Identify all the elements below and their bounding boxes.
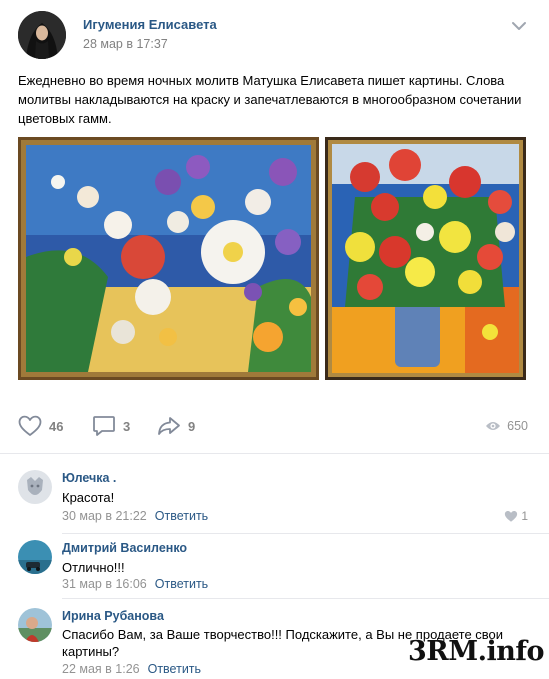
author-name[interactable]: Игумения Елисавета xyxy=(83,17,217,32)
reply-link[interactable]: Ответить xyxy=(148,662,201,676)
comment-meta: 30 мар в 21:22 Ответить xyxy=(62,509,208,523)
share-icon xyxy=(158,417,180,435)
views-counter: 650 xyxy=(485,413,528,439)
comment-date[interactable]: 31 мар в 16:06 xyxy=(62,577,147,591)
comment-date[interactable]: 22 мая в 1:26 xyxy=(62,662,140,676)
divider xyxy=(62,598,549,599)
reply-link[interactable]: Ответить xyxy=(155,577,208,591)
commenter-name[interactable]: Юлечка . xyxy=(62,471,116,485)
commenter-avatar[interactable] xyxy=(18,608,52,642)
commenter-avatar[interactable] xyxy=(18,540,52,574)
post-actions-bar: 46 3 9 650 xyxy=(0,413,549,439)
like-button[interactable]: 46 xyxy=(18,413,63,439)
commenter-avatar[interactable] xyxy=(18,470,52,504)
author-avatar[interactable] xyxy=(18,11,66,59)
commenter-name[interactable]: Дмитрий Василенко xyxy=(62,541,187,555)
watermark: 3RM.info xyxy=(408,636,545,667)
comment-date[interactable]: 30 мар в 21:22 xyxy=(62,509,147,523)
heart-icon xyxy=(505,510,518,522)
like-count: 46 xyxy=(49,418,64,434)
comment-count: 3 xyxy=(123,418,131,434)
comment-meta: 22 мая в 1:26 Ответить xyxy=(62,662,201,676)
share-count: 9 xyxy=(188,418,196,434)
comment-like-count: 1 xyxy=(521,509,528,523)
divider xyxy=(0,453,549,454)
comment-button[interactable]: 3 xyxy=(92,413,130,439)
post-date[interactable]: 28 мар в 17:37 xyxy=(83,37,168,51)
comment-meta: 31 мар в 16:06 Ответить xyxy=(62,577,208,591)
comment-text: Отлично!!! xyxy=(62,560,125,575)
divider xyxy=(62,533,549,534)
comment-icon xyxy=(93,416,115,436)
commenter-name[interactable]: Ирина Рубанова xyxy=(62,609,164,623)
heart-icon xyxy=(18,415,42,436)
painting-image-1[interactable] xyxy=(18,137,319,380)
view-count: 650 xyxy=(507,419,528,433)
painting-image-2[interactable] xyxy=(325,137,526,380)
eye-icon xyxy=(486,422,501,430)
comment-text: Красота! xyxy=(62,490,115,505)
comment-like-button[interactable]: 1 xyxy=(504,509,528,523)
post-text: Ежедневно во время ночных молитв Матушка… xyxy=(18,73,522,126)
share-button[interactable]: 9 xyxy=(157,413,195,439)
chevron-down-icon[interactable] xyxy=(511,19,527,31)
reply-link[interactable]: Ответить xyxy=(155,509,208,523)
